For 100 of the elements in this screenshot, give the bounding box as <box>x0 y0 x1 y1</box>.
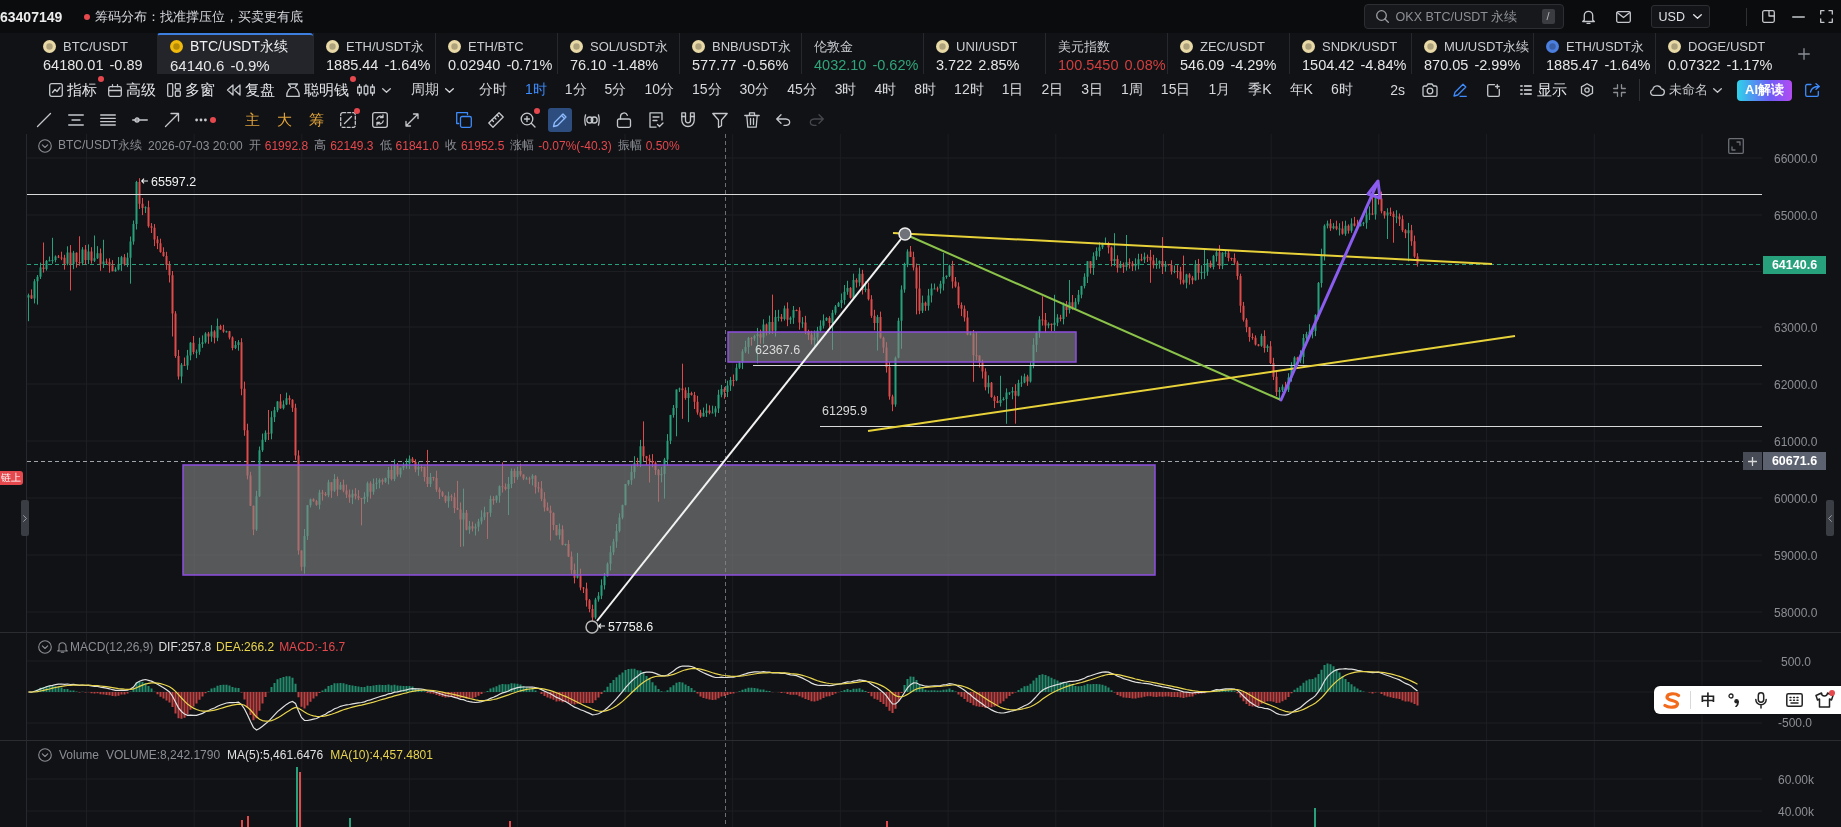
square-plus-icon[interactable] <box>1487 83 1500 97</box>
interval-tab[interactable]: 1日 <box>1001 81 1024 99</box>
checklist-icon <box>648 112 664 128</box>
price-axis-label: 62000.0 <box>1774 377 1818 392</box>
price-label: 62367.6 <box>755 342 801 357</box>
interval-tab[interactable]: 15日 <box>1160 81 1191 99</box>
mail-icon[interactable] <box>1615 10 1631 23</box>
bell-icon[interactable] <box>1581 9 1595 24</box>
chevron-circle-icon[interactable] <box>38 138 52 153</box>
ticker-tab[interactable]: ETH/BTC 0.02940 -0.71% <box>435 33 557 74</box>
ticker-symbol: SOL/USDT永 <box>590 37 668 56</box>
interval-tab[interactable]: 6时 <box>1330 81 1353 99</box>
logo-icon[interactable] <box>1662 691 1682 709</box>
panel-toggle[interactable] <box>21 500 29 536</box>
interval-tab[interactable]: 1分 <box>564 81 587 99</box>
refresh-interval-button[interactable]: 2s <box>1390 82 1405 98</box>
ticker-tab[interactable]: MU/USDT永续 870.05 -2.99% <box>1411 33 1533 74</box>
ticker-tab[interactable]: SNDK/USDT 1504.42 -4.84% <box>1289 33 1411 74</box>
ticker-symbol: ETH/USDT永 <box>346 37 424 56</box>
caret-down-icon <box>1713 87 1722 93</box>
ticker-tab[interactable]: BTC/USDT永续 64140.6 -0.9% <box>157 33 313 74</box>
legend-value: -0.07%(-40.3) <box>538 138 612 153</box>
punctuation-icon[interactable] <box>1728 693 1740 707</box>
interval-tab[interactable]: 30分 <box>739 81 770 99</box>
interval-tab[interactable]: 3时 <box>834 81 857 99</box>
undo-icon <box>776 114 792 126</box>
interval-tab[interactable]: 2日 <box>1041 81 1064 99</box>
toolbar-button[interactable]: 指标 <box>49 80 97 100</box>
toolbar-button[interactable]: 多窗 <box>167 80 215 100</box>
ticker-tab[interactable]: 美元指数 100.5450 0.08% <box>1045 33 1167 74</box>
shrink-icon[interactable] <box>1613 83 1626 97</box>
notice-text: 筹码分布：找准撑压位，买卖更有底 <box>95 7 304 26</box>
legend-time: 2026-07-03 20:00 <box>148 138 243 153</box>
interval-tab[interactable]: 季K <box>1248 81 1272 99</box>
expand-icon[interactable] <box>1728 138 1744 154</box>
horizontal-ray-icon <box>132 117 148 123</box>
ticker-tab[interactable]: 伦敦金 4032.10 -0.62% <box>801 33 923 74</box>
camera-icon[interactable] <box>1422 83 1438 97</box>
search-field[interactable]: OKX BTC/USDT 永续 / <box>1363 4 1564 29</box>
tool-button[interactable]: 筹 <box>304 108 328 132</box>
legend-label: 振幅 <box>617 137 642 154</box>
list-icon <box>1520 85 1532 95</box>
indicator-value: MACD:-16.7 <box>279 640 346 654</box>
tool-button[interactable]: 大 <box>272 108 296 132</box>
tool-button[interactable]: 主 <box>240 108 264 132</box>
interval-tab[interactable]: 1时 <box>525 81 547 99</box>
mic-icon[interactable] <box>1755 691 1767 709</box>
ticker-tab[interactable]: ETH/USDT永 1885.47 -1.64% <box>1533 33 1655 74</box>
ticker-tab[interactable]: DOGE/USDT 0.07322 -1.17% <box>1655 33 1777 74</box>
ai-button[interactable]: AI解读 <box>1737 79 1792 101</box>
interval-tab[interactable]: 1月 <box>1208 81 1231 99</box>
interval-tab[interactable]: 12时 <box>954 81 984 99</box>
ticker-tab[interactable]: BTC/USDT 64180.01 -0.89 <box>30 33 157 74</box>
window-icon[interactable] <box>1762 10 1775 23</box>
cursor-price-tag: 60671.6 <box>1763 452 1826 470</box>
plus-button[interactable] <box>1743 452 1762 470</box>
interval-tab[interactable]: 年K <box>1289 81 1313 99</box>
add-icon[interactable] <box>1798 47 1810 60</box>
display-button[interactable]: 显示 <box>1520 80 1567 100</box>
search-input[interactable]: OKX BTC/USDT 永续 <box>1395 9 1535 24</box>
ticker-tab[interactable]: ETH/USDT永 1885.44 -1.64% <box>313 33 435 74</box>
interval-tab[interactable]: 15分 <box>691 81 722 99</box>
keyboard-icon[interactable] <box>1786 693 1803 707</box>
legend-label: 开 <box>248 137 261 154</box>
layout-dropdown[interactable]: 未命名 <box>1649 81 1722 99</box>
toolbar-button[interactable]: 聪明钱 <box>286 80 349 100</box>
settings-icon[interactable] <box>1580 83 1594 97</box>
currency-select[interactable]: USD <box>1650 5 1710 28</box>
tool-button[interactable] <box>548 108 572 132</box>
ticker-tab[interactable]: UNI/USDT 3.722 2.85% <box>923 33 1045 74</box>
interval-tab[interactable]: 1周 <box>1121 81 1143 99</box>
ticker-tab[interactable]: BNB/USDT永 577.77 -0.56% <box>679 33 801 74</box>
pen-icon[interactable] <box>1453 83 1467 97</box>
interval-tab[interactable]: 分时 <box>479 81 507 99</box>
chart-type-dropdown[interactable] <box>357 84 391 96</box>
maximize-icon[interactable] <box>1820 10 1833 23</box>
chevron-circle-icon[interactable] <box>38 748 52 762</box>
interval-tab[interactable]: 5分 <box>604 81 627 99</box>
toolbar-button[interactable]: 复盘 <box>226 80 275 100</box>
share-icon[interactable] <box>1805 83 1820 97</box>
ticker-quote: 1885.44 -1.64% <box>326 57 431 73</box>
handle-icon[interactable] <box>585 620 599 634</box>
interval-tab[interactable]: 3日 <box>1081 81 1104 99</box>
interval-tab[interactable]: 4时 <box>874 81 897 99</box>
interval-tab[interactable]: 10分 <box>644 81 674 99</box>
input-mode-toggle[interactable]: 中 <box>1701 690 1716 710</box>
coin-icon <box>43 40 56 53</box>
indicator-name: Volume <box>59 748 100 762</box>
ticker-symbol: 伦敦金 <box>814 37 853 56</box>
toolbar-button[interactable]: 高级 <box>108 80 156 100</box>
interval-tab[interactable]: 8时 <box>914 81 937 99</box>
minimize-icon[interactable] <box>1792 15 1805 18</box>
ticker-tab[interactable]: SOL/USDT永 76.10 -1.48% <box>557 33 679 74</box>
panel-toggle[interactable] <box>1826 500 1834 536</box>
interval-tab[interactable]: 45分 <box>787 81 817 99</box>
bell-icon[interactable] <box>57 641 68 653</box>
ticker-tab[interactable]: ZEC/USDT 546.09 -4.29% <box>1167 33 1289 74</box>
period-dropdown[interactable]: 周期 <box>411 81 454 99</box>
chevron-circle-icon[interactable] <box>38 640 52 654</box>
shirt-icon[interactable] <box>1815 692 1834 708</box>
